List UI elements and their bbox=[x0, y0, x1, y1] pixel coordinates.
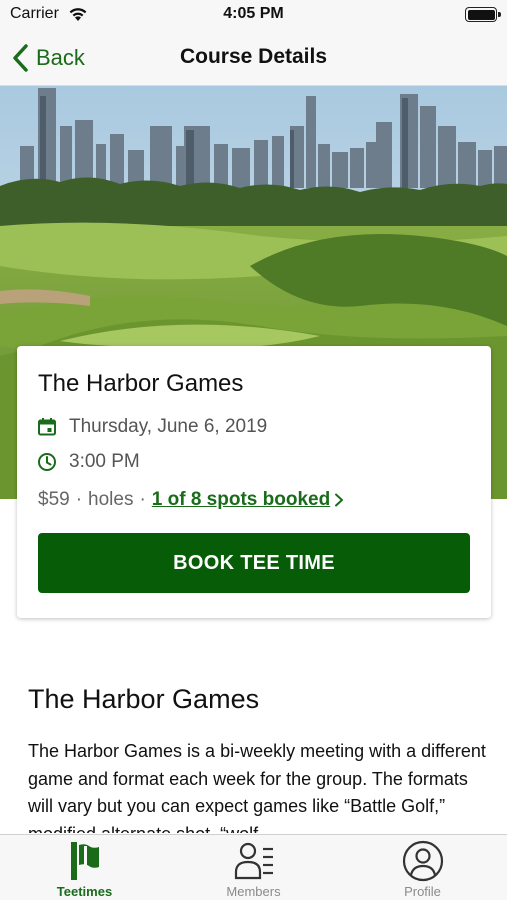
meta-separator: · bbox=[139, 489, 146, 510]
status-time: 4:05 PM bbox=[223, 5, 284, 22]
calendar-icon bbox=[38, 418, 56, 436]
profile-icon bbox=[402, 840, 443, 882]
status-bar: Carrier 4:05 PM bbox=[0, 0, 507, 30]
meta-row: $59 · holes · 1 of 8 spots booked bbox=[38, 489, 344, 511]
flag-icon bbox=[70, 842, 99, 880]
meta-separator: · bbox=[75, 489, 83, 510]
description-text: The Harbor Games is a bi-weekly meeting … bbox=[28, 741, 486, 833]
section-title: The Harbor Games bbox=[28, 684, 260, 714]
chevron-right-icon[interactable] bbox=[334, 493, 344, 507]
tab-members[interactable]: Members bbox=[169, 835, 338, 900]
tab-teetimes[interactable]: Teetimes bbox=[0, 835, 169, 900]
clock-icon bbox=[38, 453, 56, 471]
tab-profile[interactable]: Profile bbox=[338, 835, 507, 900]
time-row: 3:00 PM bbox=[37, 451, 140, 473]
page-title: Course Details bbox=[179, 45, 328, 68]
tab-label: Members bbox=[226, 884, 281, 899]
time-text: 3:00 PM bbox=[69, 451, 140, 472]
tab-bar: Teetimes Members Profile bbox=[0, 834, 507, 900]
navigation-bar: Back Course Details bbox=[0, 30, 507, 86]
holes-text: holes bbox=[88, 489, 134, 510]
tab-label: Teetimes bbox=[56, 884, 113, 899]
tee-time-card: The Harbor Games Thursday, June 6, 2019 … bbox=[17, 346, 491, 618]
date-row: Thursday, June 6, 2019 bbox=[37, 416, 267, 438]
date-text: Thursday, June 6, 2019 bbox=[69, 416, 268, 437]
card-title: The Harbor Games bbox=[38, 370, 244, 397]
spots-booked-link[interactable]: 1 of 8 spots booked bbox=[152, 489, 330, 511]
members-list-icon bbox=[234, 842, 273, 880]
tab-label: Profile bbox=[404, 884, 441, 899]
book-tee-time-button[interactable]: BOOK TEE TIME bbox=[38, 533, 470, 593]
battery-icon bbox=[465, 7, 501, 22]
price-text: $59 bbox=[38, 489, 70, 510]
